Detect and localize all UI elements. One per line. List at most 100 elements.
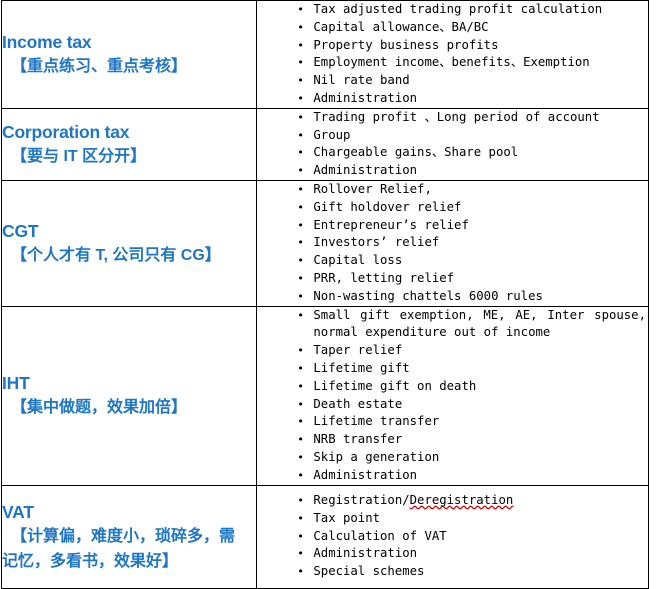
list-item-text: Administration xyxy=(313,467,418,482)
misspelled-word: Deregistration xyxy=(409,493,514,508)
list-item: • Capital loss xyxy=(257,252,648,270)
bullet-icon: • xyxy=(297,182,304,196)
bullet-icon: • xyxy=(297,271,304,285)
bullet-icon: • xyxy=(297,344,304,358)
list-item: • Taper relief xyxy=(257,342,648,360)
list-item-text: Nil rate band xyxy=(313,73,410,88)
list-item-text: Lifetime gift on death xyxy=(313,378,477,393)
list-item: • Lifetime gift on death xyxy=(257,378,648,396)
list-item-text: Administration xyxy=(313,90,418,105)
topic-note-corporation-tax: 【要与 IT 区分开】 xyxy=(11,148,147,166)
list-item: • PRR, letting relief xyxy=(257,270,648,288)
topic-title-cgt: CGT xyxy=(2,220,39,241)
topic-title-vat: VAT xyxy=(2,501,34,522)
topic-cell-vat: VAT 【计算偏，难度小，琐碎多，需 记忆，多看书，效果好】 xyxy=(0,484,258,589)
list-item: • Non-wasting chattels 6000 rules xyxy=(257,288,648,306)
topic-note-iht: 【集中做题，效果加倍】 xyxy=(11,399,188,417)
list-item-text: Calculation of VAT xyxy=(313,528,447,543)
table-row-income-tax: Income tax 【重点练习、重点考核】 • Tax adjusted tra… xyxy=(0,0,649,109)
bullet-icon: • xyxy=(297,200,304,214)
bullet-icon: • xyxy=(297,146,304,160)
topic-note-vat-line1: 【计算偏，难度小，琐碎多，需 xyxy=(11,527,236,545)
list-item: • Capital allowance、BA/BC xyxy=(257,19,648,37)
list-item-text: Gift holdover relief xyxy=(313,199,462,214)
list-item-text: Lifetime transfer xyxy=(313,414,440,429)
topic-title-income-tax: Income tax xyxy=(2,31,92,52)
points-list-iht: • Small gift exemption, ME, AE, Inter spo… xyxy=(257,307,648,485)
bullet-icon: • xyxy=(297,433,304,447)
list-item: • Administration xyxy=(257,90,648,108)
topic-cell-corporation-tax: Corporation tax 【要与 IT 区分开】 xyxy=(0,107,258,181)
list-item-text: Employment income、benefits、Exemption xyxy=(313,55,590,70)
points-list-income-tax: • Tax adjusted trading profit calculation… xyxy=(257,1,648,108)
list-item-text: Lifetime gift xyxy=(313,360,410,375)
points-cell-income-tax: • Tax adjusted trading profit calculation… xyxy=(256,0,649,109)
list-item-text: Group xyxy=(313,127,351,142)
list-item-text: Chargeable gains、Share pool xyxy=(313,145,519,160)
list-item-text: Administration xyxy=(313,546,418,561)
table-row-vat: VAT 【计算偏，难度小，琐碎多，需 记忆，多看书，效果好】 • Registra… xyxy=(0,484,649,589)
list-item-text: Administration xyxy=(313,163,418,178)
list-item-text: PRR, letting relief xyxy=(313,270,455,285)
bullet-icon: • xyxy=(297,91,304,105)
list-item-text: Death estate xyxy=(313,396,403,411)
list-item: • Group xyxy=(257,127,648,145)
list-item-text: Non-wasting chattels 6000 rules xyxy=(313,288,543,303)
bullet-icon: • xyxy=(297,511,304,525)
topic-note-income-tax: 【重点练习、重点考核】 xyxy=(11,58,188,76)
bullet-icon: • xyxy=(297,494,304,508)
bullet-icon: • xyxy=(297,361,304,375)
list-item: • Gift holdover relief xyxy=(257,199,648,217)
list-item: • Property business profits xyxy=(257,37,648,55)
topic-cell-iht: IHT 【集中做题，效果加倍】 xyxy=(0,305,258,486)
list-item-text: Taper relief xyxy=(313,343,403,358)
list-item: • Chargeable gains、Share pool xyxy=(257,144,648,162)
list-item: • Tax adjusted trading profit calculation xyxy=(257,1,648,19)
list-item: • Administration xyxy=(257,545,648,563)
table-row-corporation-tax: Corporation tax 【要与 IT 区分开】 • Trading pro… xyxy=(0,107,649,181)
bullet-icon: • xyxy=(297,415,304,429)
bullet-icon: • xyxy=(297,468,304,482)
bullet-icon: • xyxy=(297,547,304,561)
bullet-icon: • xyxy=(297,74,304,88)
list-item: • Investors’ relief xyxy=(257,234,648,252)
tax-topics-table: Income tax 【重点练习、重点考核】 • Tax adjusted tra… xyxy=(0,0,649,589)
bullet-icon: • xyxy=(297,38,304,52)
bullet-icon: • xyxy=(297,529,304,543)
bullet-icon: • xyxy=(297,379,304,393)
bullet-icon: • xyxy=(297,128,304,142)
table-row-iht: IHT 【集中做题，效果加倍】 • Small gift exemption, M… xyxy=(0,305,649,486)
points-cell-cgt: • Rollover Relief, • Gift holdover relief … xyxy=(256,179,649,307)
list-item: • NRB transfer xyxy=(257,431,648,449)
list-item-text: Tax adjusted trading profit calculation xyxy=(313,2,603,16)
points-cell-iht: • Small gift exemption, ME, AE, Inter spo… xyxy=(256,305,649,486)
bullet-icon: • xyxy=(297,236,304,250)
list-item-text: Rollover Relief, xyxy=(313,181,432,196)
list-item-text: Special schemes xyxy=(313,564,425,579)
points-cell-corporation-tax: • Trading profit 、Long period of account … xyxy=(256,107,649,181)
list-item: • Nil rate band xyxy=(257,72,648,90)
list-item-text: Capital loss xyxy=(313,253,403,268)
list-item: • Skip a generation xyxy=(257,449,648,467)
bullet-icon: • xyxy=(297,254,304,268)
topic-title-iht: IHT xyxy=(2,373,30,393)
list-item: • Lifetime transfer xyxy=(257,413,648,431)
bullet-icon: • xyxy=(297,450,304,464)
bullet-icon: • xyxy=(297,56,304,70)
topic-title-corporation-tax: Corporation tax xyxy=(2,121,130,142)
list-item: • Administration xyxy=(257,162,648,180)
list-item-text: Entrepreneur’s relief xyxy=(313,217,469,232)
points-list-corporation-tax: • Trading profit 、Long period of account … xyxy=(257,109,648,180)
list-item: • Trading profit 、Long period of account xyxy=(257,109,648,127)
topic-cell-cgt: CGT 【个人才有 T, 公司只有 CG】 xyxy=(0,179,258,307)
list-item: • Calculation of VAT xyxy=(257,528,648,546)
points-cell-vat: • Registration/Deregistration • Tax point … xyxy=(256,484,649,589)
list-item-text: Investors’ relief xyxy=(313,235,440,250)
bullet-icon: • xyxy=(297,3,304,16)
list-item-text: Skip a generation xyxy=(313,449,440,464)
list-item: • Small gift exemption, ME, AE, Inter spo… xyxy=(257,307,648,343)
list-item-text: Tax point xyxy=(313,510,381,525)
list-item: • Rollover Relief, xyxy=(257,181,648,199)
points-list-cgt: • Rollover Relief, • Gift holdover relief … xyxy=(257,181,648,306)
list-item: • Administration xyxy=(257,467,648,485)
